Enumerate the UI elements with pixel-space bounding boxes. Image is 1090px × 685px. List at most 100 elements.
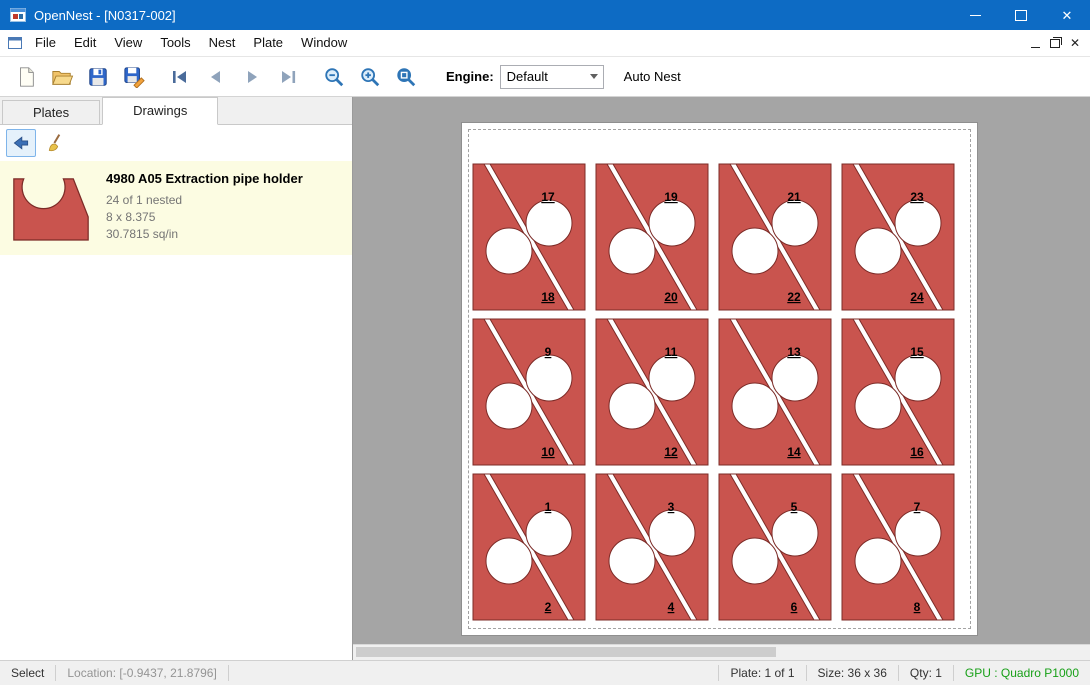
nest-pair-block[interactable]: 12	[473, 474, 585, 620]
save-button[interactable]	[80, 61, 116, 93]
menu-plate[interactable]: Plate	[244, 30, 292, 56]
status-mode: Select	[0, 661, 55, 685]
menu-bar: File Edit View Tools Nest Plate Window ✕	[0, 30, 1090, 57]
drawing-list-empty-area	[0, 255, 352, 660]
return-part-button[interactable]	[6, 129, 36, 157]
mdi-restore-button[interactable]	[1050, 39, 1060, 48]
clean-button[interactable]	[42, 130, 70, 156]
drawing-area: 30.7815 sq/in	[106, 227, 303, 241]
status-location: Location: [-0.9437, 21.8796]	[56, 661, 227, 685]
pipe-cutout	[486, 538, 532, 584]
drawings-toolbar	[0, 125, 352, 161]
close-button[interactable]: ✕	[1044, 0, 1090, 30]
pipe-cutout	[772, 355, 818, 401]
nest-pair-block[interactable]: 2324	[842, 164, 954, 310]
zoom-fit-icon	[395, 66, 417, 88]
zoom-in-icon	[359, 66, 381, 88]
menu-edit[interactable]: Edit	[65, 30, 105, 56]
pipe-cutout	[855, 383, 901, 429]
mdi-restore-icon	[1050, 39, 1060, 48]
tab-plates[interactable]: Plates	[2, 100, 100, 124]
drawing-list-item[interactable]: 4980 A05 Extraction pipe holder 24 of 1 …	[0, 161, 352, 255]
open-folder-icon	[50, 66, 74, 88]
save-icon	[87, 66, 109, 88]
part-number: 23	[910, 190, 924, 204]
nest-pair-block[interactable]: 1718	[473, 164, 585, 310]
status-gpu: GPU : Quadro P1000	[954, 661, 1090, 685]
nest-pair-block[interactable]: 1920	[596, 164, 708, 310]
menu-file[interactable]: File	[26, 30, 65, 56]
menu-tools[interactable]: Tools	[151, 30, 199, 56]
mdi-close-button[interactable]: ✕	[1070, 37, 1080, 49]
part-number: 13	[787, 345, 801, 359]
part-number: 22	[787, 290, 801, 304]
part-number: 11	[665, 345, 678, 359]
drawing-nested-count: 24 of 1 nested	[106, 193, 303, 207]
nest-pair-block[interactable]: 34	[596, 474, 708, 620]
status-separator	[228, 665, 229, 681]
plate[interactable]: 171819202122232491011121314151612345678	[461, 122, 978, 636]
go-last-button[interactable]	[270, 61, 306, 93]
nest-pair-block[interactable]: 78	[842, 474, 954, 620]
title-bar: OpenNest - [N0317-002] ✕	[0, 0, 1090, 30]
status-size: Size: 36 x 36	[807, 661, 898, 685]
part-number: 15	[910, 345, 924, 359]
part-number: 8	[914, 600, 921, 614]
go-next-icon	[241, 67, 263, 87]
go-first-icon	[169, 67, 191, 87]
pipe-cutout	[609, 383, 655, 429]
part-number: 16	[910, 445, 924, 459]
pipe-cutout	[609, 228, 655, 274]
nest-pair-block[interactable]: 910	[473, 319, 585, 465]
nest-pair-block[interactable]: 56	[719, 474, 831, 620]
pipe-cutout	[732, 538, 778, 584]
auto-nest-button[interactable]: Auto Nest	[624, 69, 681, 84]
new-file-icon	[15, 66, 37, 88]
menu-window[interactable]: Window	[292, 30, 356, 56]
nest-pair-block[interactable]: 2122	[719, 164, 831, 310]
nest-pair-block[interactable]: 1314	[719, 319, 831, 465]
pipe-cutout	[895, 200, 941, 246]
menu-view[interactable]: View	[105, 30, 151, 56]
pipe-cutout	[609, 538, 655, 584]
engine-dropdown[interactable]: Default	[500, 65, 604, 89]
canvas-horizontal-scrollbar[interactable]	[353, 644, 1090, 660]
mdi-minimize-button[interactable]	[1031, 39, 1040, 48]
open-file-button[interactable]	[44, 61, 80, 93]
part-number: 3	[668, 500, 675, 514]
engine-value: Default	[507, 69, 548, 84]
zoom-fit-button[interactable]	[388, 61, 424, 93]
drawing-thumbnail	[8, 169, 94, 245]
minimize-button[interactable]	[952, 0, 998, 30]
part-number: 9	[545, 345, 552, 359]
go-first-button[interactable]	[162, 61, 198, 93]
main-toolbar: Engine: Default Auto Nest	[0, 57, 1090, 97]
tab-drawings[interactable]: Drawings	[102, 97, 218, 125]
nest-svg: 171819202122232491011121314151612345678	[462, 123, 977, 635]
window-title: OpenNest - [N0317-002]	[34, 8, 952, 23]
save-as-button[interactable]	[116, 61, 152, 93]
nest-canvas[interactable]: 171819202122232491011121314151612345678	[353, 97, 1090, 644]
part-number: 6	[791, 600, 798, 614]
nest-pair-block[interactable]: 1516	[842, 319, 954, 465]
maximize-button[interactable]	[998, 0, 1044, 30]
pipe-cutout	[486, 228, 532, 274]
save-as-icon	[123, 66, 145, 88]
pipe-cutout	[526, 510, 572, 556]
status-qty: Qty: 1	[899, 661, 953, 685]
pipe-cutout	[772, 510, 818, 556]
panel-tabs: Plates Drawings	[0, 97, 352, 125]
close-icon: ✕	[1062, 9, 1073, 22]
go-previous-button[interactable]	[198, 61, 234, 93]
pipe-cutout	[526, 200, 572, 246]
pipe-cutout	[895, 355, 941, 401]
scrollbar-thumb[interactable]	[356, 647, 776, 657]
zoom-out-button[interactable]	[316, 61, 352, 93]
zoom-in-button[interactable]	[352, 61, 388, 93]
menu-nest[interactable]: Nest	[200, 30, 245, 56]
new-file-button[interactable]	[8, 61, 44, 93]
child-window-icon[interactable]	[8, 37, 22, 49]
go-next-button[interactable]	[234, 61, 270, 93]
nest-pair-block[interactable]: 1112	[596, 319, 708, 465]
go-last-icon	[277, 67, 299, 87]
